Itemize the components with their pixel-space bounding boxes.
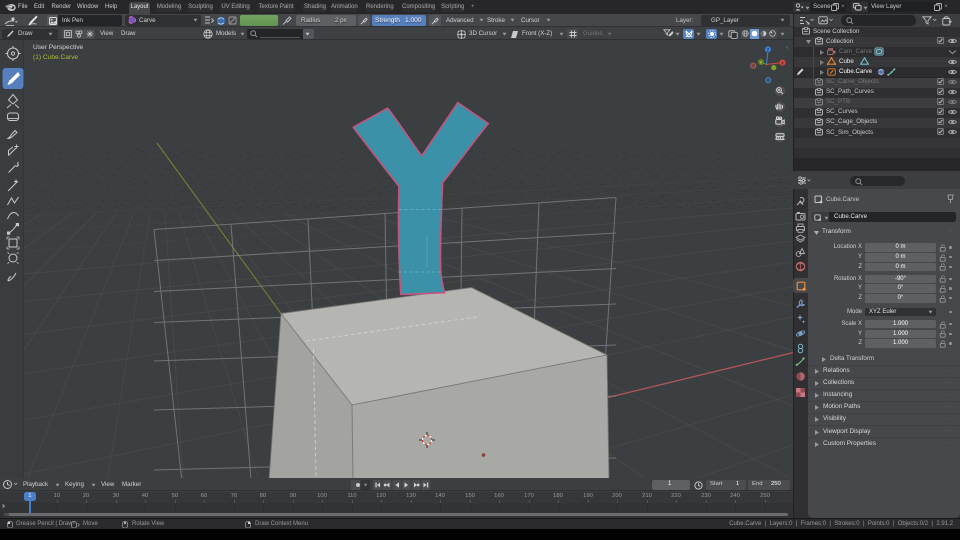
svg-text:X: X	[781, 61, 784, 66]
svg-text:Z: Z	[767, 47, 770, 52]
svg-text:Y: Y	[760, 60, 763, 65]
